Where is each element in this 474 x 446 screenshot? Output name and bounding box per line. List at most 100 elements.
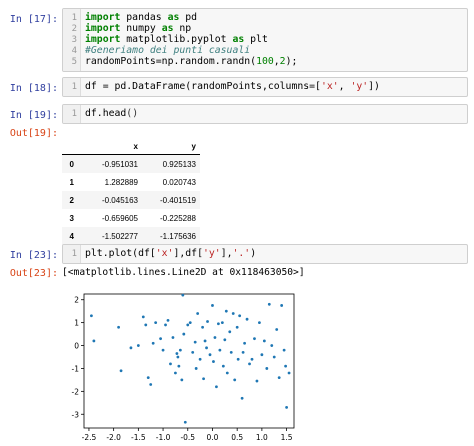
scatter-point	[171, 336, 175, 339]
code-text: df.head	[85, 108, 127, 119]
code-text: );	[285, 56, 298, 67]
string-literal: 'x'	[320, 81, 339, 92]
scatter-point	[180, 378, 184, 382]
line-number: 1	[71, 13, 77, 23]
scatter-point	[208, 353, 212, 357]
cell-y: -0.225288	[159, 213, 196, 223]
code-text: numpy	[120, 23, 162, 34]
keyword: import	[85, 23, 121, 34]
y-tick-label: 2	[74, 296, 79, 305]
cell-18-code[interactable]: 1 df = pd.DataFrame(randomPoints,columns…	[62, 77, 468, 97]
scatter-point	[181, 293, 185, 297]
cell-17-prompt: In [17]:	[9, 14, 58, 25]
string-literal: '.'	[232, 248, 251, 259]
row-index: 3	[69, 213, 74, 223]
code-line: import pandas as pd	[85, 12, 197, 23]
scatter-point	[213, 336, 217, 339]
scatter-point	[243, 341, 246, 345]
scatter-point	[182, 332, 186, 336]
scatter-point	[248, 362, 251, 366]
scatter-point	[245, 317, 249, 321]
scatter-point	[215, 385, 218, 389]
row-index: 1	[69, 177, 74, 187]
scatter-point	[287, 371, 291, 375]
x-tick-label: 0.0	[207, 433, 219, 442]
scatter-point	[217, 322, 220, 326]
keyword: as	[161, 23, 174, 34]
scatter-point	[253, 337, 256, 341]
scatter-point	[129, 346, 133, 350]
scatter-point	[174, 371, 177, 375]
scatter-point	[141, 315, 145, 319]
cell-17-code[interactable]: 1 2 3 4 5 import pandas as pd import num…	[62, 8, 468, 72]
table-row: 4 -1.502277 -1.175636	[62, 227, 200, 245]
table-row: 1 1.282889 0.020743	[62, 173, 200, 191]
x-tick-label: 1.0	[256, 433, 268, 442]
cell-y: 0.020743	[162, 177, 196, 187]
scatter-point	[284, 364, 287, 368]
scatter-point	[193, 340, 197, 344]
line-number: 2	[71, 24, 77, 34]
code-line: plt.plot(df['x'],df['y'],'.')	[85, 248, 256, 259]
number-literal: 100	[256, 56, 274, 67]
scatter-point	[149, 383, 153, 386]
scatter-point	[255, 379, 259, 383]
scatter-point	[198, 357, 202, 361]
scatter-point	[90, 314, 93, 318]
scatter-point	[202, 377, 205, 381]
scatter-point	[205, 346, 208, 350]
line-number: 1	[71, 109, 77, 119]
code-text: plt.plot(df[	[85, 248, 156, 259]
scatter-point	[262, 339, 266, 343]
table-row: 0 -0.951031 0.925133	[62, 154, 200, 173]
scatter-point	[177, 364, 181, 368]
y-tick-label: -2	[72, 387, 80, 396]
scatter-point	[270, 344, 274, 347]
x-axis: -2.5 -2.0 -1.5 -1.0 -0.5 0.0 0.5 1.0 1.5	[82, 428, 293, 442]
scatter-point	[175, 352, 179, 355]
code-text: pandas	[120, 12, 168, 23]
line-number: 1	[71, 249, 77, 259]
scatter-point	[238, 314, 242, 318]
cell-19-code[interactable]: 1 df.head()	[62, 104, 468, 124]
x-tick-label: -2.5	[82, 433, 97, 442]
cell-y: -1.175636	[142, 227, 200, 245]
cell-18-prompt: In [18]:	[9, 83, 58, 94]
cell-23-code[interactable]: 1 plt.plot(df['x'],df['y'],'.')	[62, 244, 468, 264]
scatter-point	[231, 312, 235, 315]
scatter-point	[196, 312, 200, 315]
scatter-point	[161, 348, 165, 352]
index-header	[62, 138, 78, 155]
scatter-point	[277, 376, 281, 380]
line-number: 4	[71, 46, 77, 56]
code-line: df.head()	[85, 108, 138, 119]
scatter-point	[191, 351, 195, 354]
scatter-point	[159, 337, 162, 341]
scatter-point	[282, 348, 286, 352]
row-index: 4	[62, 227, 78, 245]
scatter-point	[201, 325, 204, 329]
scatter-point	[169, 362, 172, 366]
scatter-point	[229, 351, 233, 354]
cell-23-prompt: In [23]:	[9, 250, 58, 261]
code-text: matplotlib.pyplot	[120, 34, 233, 45]
code-text: plt	[244, 34, 268, 45]
code-text: df = pd.DataFrame(randomPoints,columns=[	[85, 81, 321, 92]
cell-x: -0.045163	[78, 191, 142, 209]
scatter-point	[136, 344, 140, 347]
code-text: ,	[338, 81, 351, 92]
scatter-point	[236, 357, 240, 361]
y-axis: 2 1 0 -1 -2 -3	[72, 296, 84, 419]
scatter-point	[223, 338, 227, 342]
output-repr-text: [<matplotlib.lines.Line2D at 0x118463050…	[62, 267, 305, 278]
scatter-point	[272, 355, 276, 359]
cell-x: -1.502277	[78, 227, 142, 245]
scatter-point	[233, 378, 237, 382]
scatter-point	[224, 309, 228, 313]
scatter-point	[166, 318, 170, 322]
cell-x: -0.951031	[78, 154, 142, 173]
y-tick-label: 0	[74, 342, 79, 351]
scatter-point	[117, 325, 120, 329]
scatter-point	[235, 325, 239, 329]
cell-x: -0.659605	[101, 213, 138, 223]
